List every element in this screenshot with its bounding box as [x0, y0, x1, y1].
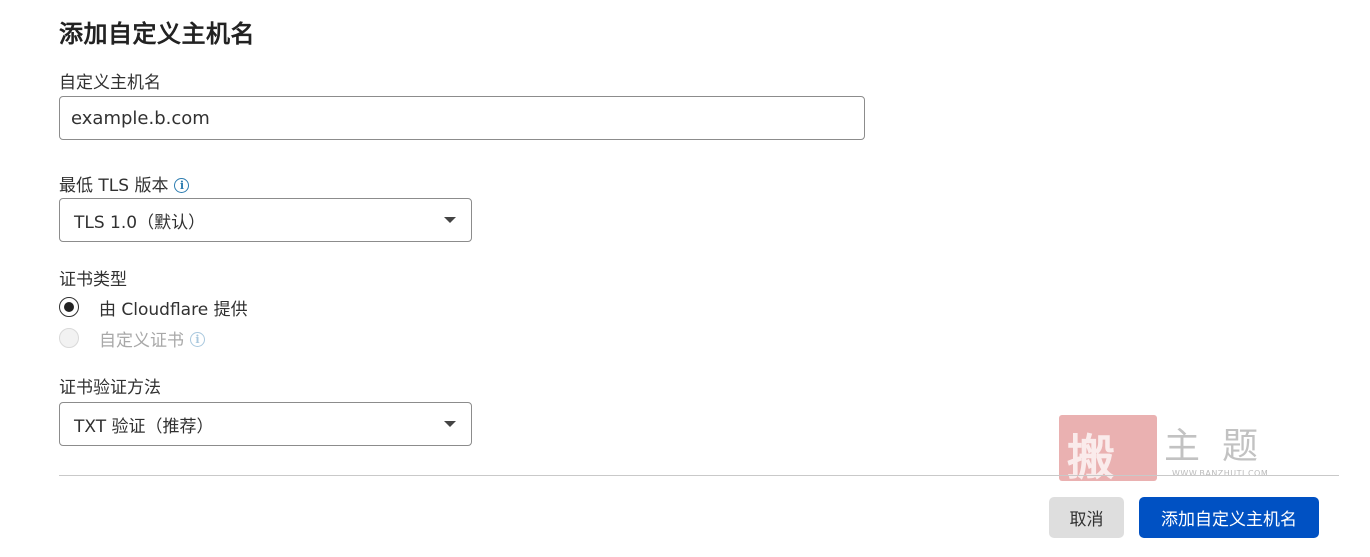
watermark-seal-glyph: 搬: [1067, 430, 1116, 486]
watermark-text: 主题: [1164, 426, 1281, 467]
hostname-input[interactable]: [59, 96, 865, 140]
watermark: 搬 主题 WWW.BANZHUTI.COM: [1056, 413, 1296, 486]
footer-divider: [59, 475, 1339, 476]
page-title: 添加自定义主机名: [59, 20, 255, 48]
cert-type-label: 证书类型: [59, 270, 127, 290]
min-tls-label: 最低 TLS 版本: [59, 176, 169, 196]
cancel-button[interactable]: 取消: [1049, 497, 1124, 538]
hostname-label: 自定义主机名: [59, 73, 161, 93]
cert-validation-selected-value: TXT 验证（推荐）: [74, 416, 214, 437]
info-icon[interactable]: i: [190, 332, 205, 347]
min-tls-selected-value: TLS 1.0（默认）: [74, 212, 206, 233]
min-tls-label-row: 最低 TLS 版本 i: [59, 171, 190, 196]
caret-down-icon: [444, 217, 456, 223]
custom-cert-text: 自定义证书: [99, 330, 184, 351]
watermark-url: WWW.BANZHUTI.COM: [1172, 469, 1269, 478]
info-icon[interactable]: i: [174, 177, 190, 193]
radio-selected-dot: [64, 302, 74, 312]
radio-label-custom-cert: 自定义证书 i: [99, 326, 205, 351]
radio-option-cloudflare[interactable]: 由 Cloudflare 提供: [59, 296, 248, 320]
cert-validation-select[interactable]: TXT 验证（推荐）: [59, 402, 472, 446]
cert-validation-label: 证书验证方法: [59, 378, 161, 398]
radio-button-disabled[interactable]: [59, 328, 79, 348]
radio-label-cloudflare: 由 Cloudflare 提供: [99, 299, 248, 320]
watermark-seal: 搬: [1059, 415, 1157, 486]
min-tls-select[interactable]: TLS 1.0（默认）: [59, 198, 472, 242]
radio-button[interactable]: [59, 297, 79, 317]
add-custom-hostname-button[interactable]: 添加自定义主机名: [1139, 497, 1319, 538]
caret-down-icon: [444, 421, 456, 427]
radio-option-custom-cert[interactable]: 自定义证书 i: [59, 326, 205, 351]
